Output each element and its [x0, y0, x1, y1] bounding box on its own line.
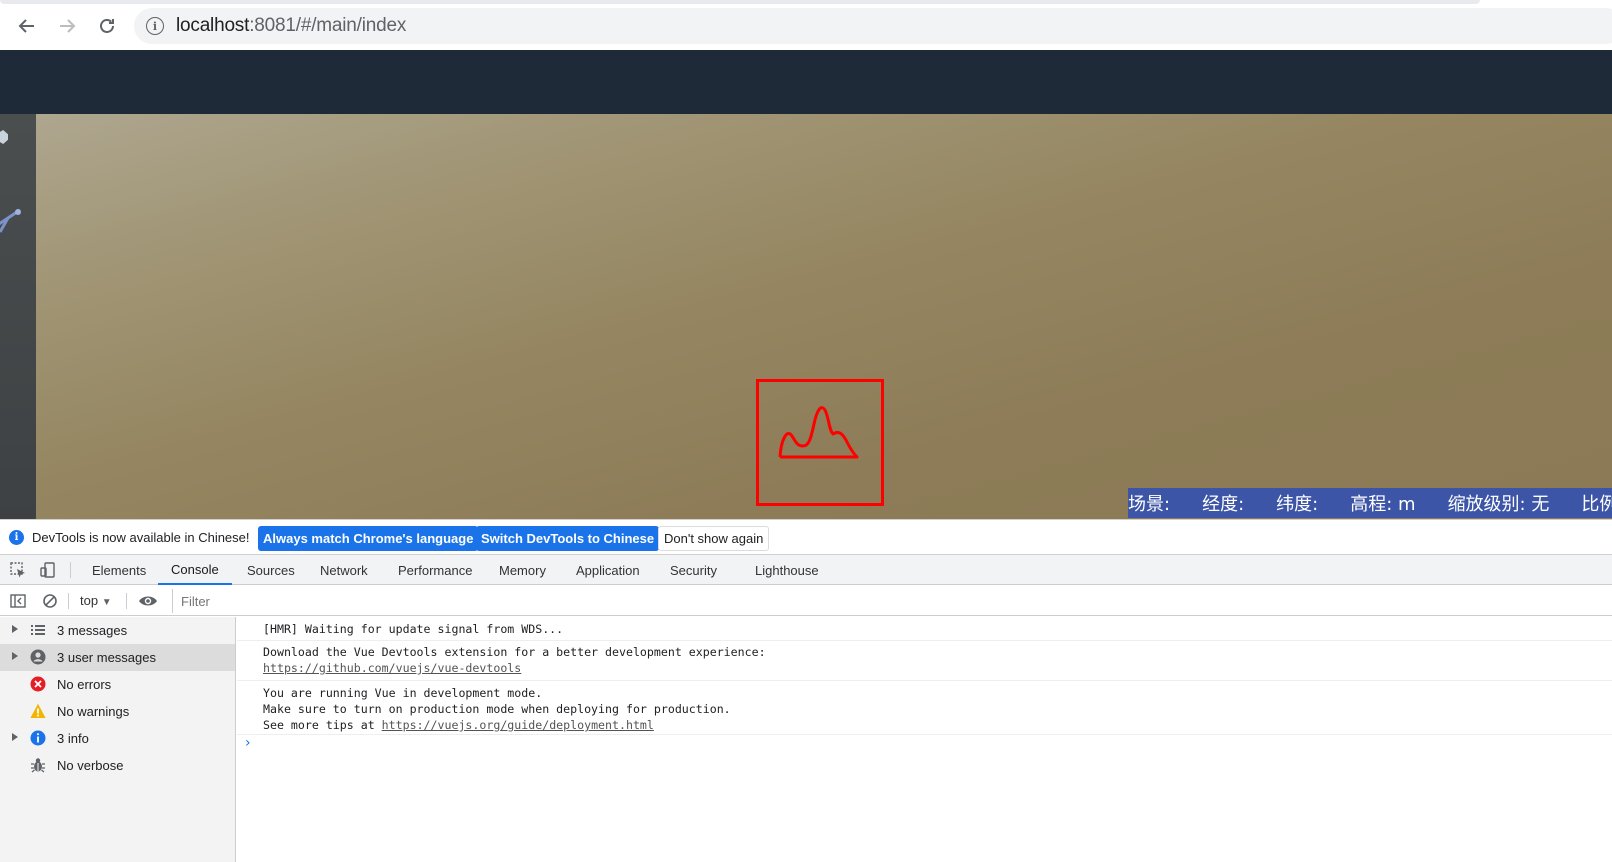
site-info-icon[interactable]: i	[146, 17, 164, 35]
layer-icon[interactable]	[0, 130, 8, 144]
expand-arrow-icon[interactable]	[12, 652, 18, 660]
tab-lighthouse[interactable]: Lighthouse	[754, 555, 820, 585]
error-icon	[30, 676, 46, 692]
info-icon: i	[9, 530, 24, 545]
tab-console[interactable]: Console	[158, 555, 232, 585]
dont-show-again-button[interactable]: Don't show again	[658, 526, 770, 551]
sidebar-item-warnings[interactable]: No warnings	[0, 698, 235, 725]
context-label: top	[80, 593, 99, 608]
device-toolbar-icon[interactable]	[40, 562, 56, 578]
devtools-tab-strip: Elements Console Sources Network Perform…	[0, 555, 1612, 585]
map-tool-panel	[0, 114, 36, 519]
sidebar-item-verbose[interactable]: No verbose	[0, 752, 235, 779]
vue-devtools-link[interactable]: https://github.com/vuejs/vue-devtools	[263, 661, 521, 675]
scale-label: 比例	[1581, 494, 1612, 515]
sidebar-item-messages[interactable]: 3 messages	[0, 617, 235, 644]
terrain-annotation-box	[756, 379, 884, 506]
reload-icon[interactable]	[93, 12, 121, 40]
sidebar-item-label: No errors	[57, 677, 112, 692]
context-selector[interactable]: top ▼	[80, 593, 112, 608]
console-toolbar: top ▼ Filter	[0, 586, 1612, 616]
list-icon	[31, 625, 45, 635]
app-header	[0, 50, 1612, 114]
sidebar-item-label: No verbose	[57, 758, 124, 773]
sidebar-item-label: No warnings	[57, 704, 130, 719]
tab-strip	[0, 0, 1480, 4]
bug-icon	[31, 758, 45, 773]
back-icon[interactable]	[13, 12, 41, 40]
log-text: You are running Vue in development mode.	[263, 686, 543, 700]
switch-to-chinese-button[interactable]: Switch DevTools to Chinese	[476, 526, 660, 551]
console-sidebar: 3 messages 3 user messages No errors No …	[0, 617, 236, 862]
infobar-message: DevTools is now available in Chinese!	[32, 530, 250, 545]
inspect-element-icon[interactable]	[10, 562, 26, 578]
scene-label: 场景:	[1128, 494, 1171, 515]
info-icon	[30, 730, 46, 746]
console-filter-input[interactable]: Filter	[172, 589, 1612, 613]
log-entry: Download the Vue Devtools extension for …	[237, 641, 1612, 681]
toolbar-divider	[70, 562, 71, 578]
tab-memory[interactable]: Memory	[498, 555, 547, 585]
log-entry: [HMR] Waiting for update signal from WDS…	[237, 619, 1612, 641]
tab-performance[interactable]: Performance	[397, 555, 473, 585]
devtools-infobar: i DevTools is now available in Chinese! …	[0, 519, 1612, 555]
longitude-label: 经度:	[1202, 494, 1245, 515]
terrain-icon	[778, 406, 859, 459]
sidebar-item-label: 3 info	[57, 731, 89, 746]
sidebar-item-user-messages[interactable]: 3 user messages	[0, 644, 235, 671]
user-icon	[30, 649, 46, 665]
tab-network[interactable]: Network	[319, 555, 369, 585]
console-prompt-icon[interactable]: ›	[245, 735, 251, 751]
map-status-bar: 场景: 经度: 纬度: 高程: m 缩放级别: 无 比例	[1128, 488, 1612, 518]
warning-icon	[30, 703, 46, 718]
log-text: [HMR] Waiting for update signal from WDS…	[263, 622, 564, 636]
toolbar-divider	[126, 593, 127, 609]
zoom-level-label: 缩放级别: 无	[1447, 494, 1550, 515]
sidebar-toggle-icon[interactable]	[10, 593, 26, 609]
sidebar-item-info[interactable]: 3 info	[0, 725, 235, 752]
url-text[interactable]: localhost:8081/#/main/index	[176, 15, 406, 37]
map-view[interactable]	[36, 114, 1612, 519]
measure-icon[interactable]	[0, 206, 26, 238]
live-expression-eye-icon[interactable]	[138, 594, 158, 608]
tab-sources[interactable]: Sources	[246, 555, 296, 585]
sidebar-item-errors[interactable]: No errors	[0, 671, 235, 698]
forward-icon[interactable]	[53, 12, 81, 40]
latitude-label: 纬度:	[1276, 494, 1319, 515]
sidebar-item-label: 3 messages	[57, 623, 128, 638]
toolbar-divider	[68, 593, 69, 609]
address-bar[interactable]: i localhost:8081/#/main/index	[134, 8, 1612, 44]
log-text: See more tips at	[263, 718, 382, 732]
tab-elements[interactable]: Elements	[91, 555, 147, 585]
dropdown-arrow-icon: ▼	[101, 597, 112, 608]
expand-arrow-icon[interactable]	[12, 733, 18, 741]
log-text: Make sure to turn on production mode whe…	[263, 702, 731, 716]
deployment-guide-link[interactable]: https://vuejs.org/guide/deployment.html	[382, 718, 654, 732]
sidebar-item-label: 3 user messages	[57, 650, 156, 665]
log-entry: You are running Vue in development mode.…	[237, 681, 1612, 735]
always-match-language-button[interactable]: Always match Chrome's language	[258, 526, 479, 551]
elevation-label: 高程: m	[1350, 494, 1416, 515]
tab-application[interactable]: Application	[575, 555, 641, 585]
console-log: [HMR] Waiting for update signal from WDS…	[237, 617, 1612, 862]
clear-console-icon[interactable]	[42, 593, 58, 609]
tab-security[interactable]: Security	[669, 555, 718, 585]
log-text: Download the Vue Devtools extension for …	[263, 645, 766, 659]
expand-arrow-icon[interactable]	[12, 625, 18, 633]
browser-toolbar: i localhost:8081/#/main/index	[0, 0, 1612, 50]
